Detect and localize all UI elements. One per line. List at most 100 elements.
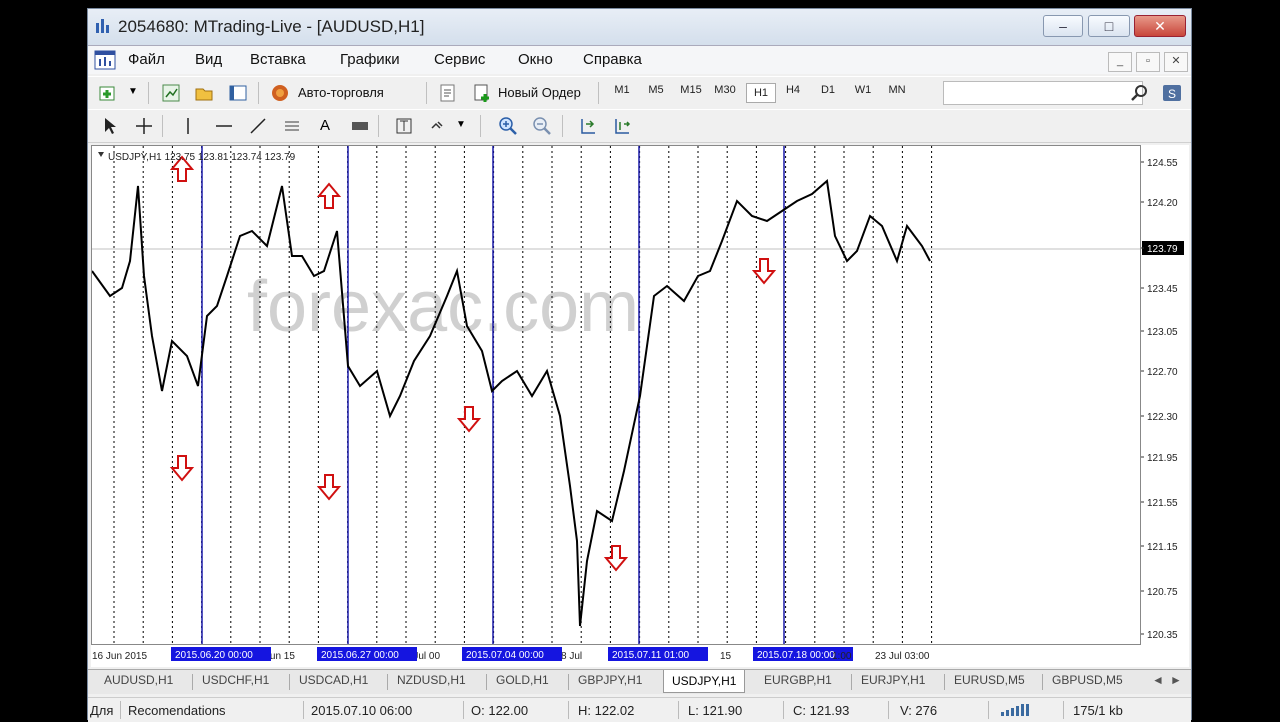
tab-separator <box>387 674 388 690</box>
terminal-panel-icon[interactable] <box>228 83 248 103</box>
down-arrow-icon <box>751 258 777 285</box>
status-datetime: 2015.07.10 06:00 <box>311 703 413 718</box>
trendline-icon[interactable] <box>248 116 268 136</box>
down-arrow-icon <box>316 474 342 501</box>
autotrade-label[interactable]: Авто-торговля <box>298 85 384 100</box>
timeframe-h4[interactable]: H4 <box>779 84 807 96</box>
timeframe-h1[interactable]: H1 <box>746 83 776 103</box>
price-tick-label: 120.75 <box>1147 587 1178 598</box>
cursor-icon[interactable] <box>100 116 120 136</box>
timeframe-m15[interactable]: M15 <box>677 84 705 96</box>
status-low: L: 121.90 <box>688 703 743 718</box>
menu-help[interactable]: Справка <box>583 51 642 68</box>
tab-separator <box>486 674 487 690</box>
period-separator-icon[interactable] <box>394 116 414 136</box>
search-input[interactable] <box>943 81 1143 105</box>
down-arrow-icon <box>169 455 195 482</box>
tab-separator <box>568 674 569 690</box>
timeframe-m30[interactable]: M30 <box>711 84 739 96</box>
vertical-line-icon[interactable] <box>178 116 198 136</box>
tabs-scroll-left-icon[interactable]: ◄ <box>1152 673 1164 687</box>
text-label-icon[interactable] <box>350 116 370 136</box>
chart-tab[interactable]: AUDUSD,H1 <box>104 673 173 687</box>
price-tick-label: 123.05 <box>1147 327 1178 338</box>
time-scale[interactable]: 16 Jun 2015 23 Jun 15 1 Jul 00 8 Jul 15 23 Ju… <box>91 645 1189 667</box>
price-chart[interactable]: forexac.com USDJPY,H1 123.75 123.81 123.… <box>91 145 1141 645</box>
chart-tab[interactable]: EURGBP,H1 <box>764 673 832 687</box>
new-order-label[interactable]: Новый Ордер <box>498 85 581 100</box>
new-order-icon[interactable] <box>472 83 492 103</box>
maximize-button[interactable]: □ <box>1088 15 1130 37</box>
autotrade-icon[interactable] <box>270 83 290 103</box>
menu-file[interactable]: Файл <box>128 51 165 68</box>
chart-tab[interactable]: USDCHF,H1 <box>202 673 269 687</box>
connection-status-icon[interactable] <box>1000 703 1032 717</box>
time-label: 23 Jul 03:00 <box>875 651 930 662</box>
time-label: 15 <box>720 651 732 662</box>
metatrader-app-icon <box>96 19 109 33</box>
close-button[interactable]: ✕ <box>1134 15 1186 37</box>
chart-tab[interactable]: GOLD,H1 <box>496 673 549 687</box>
price-tick-label: 123.45 <box>1147 284 1178 295</box>
menu-tools[interactable]: Сервис <box>434 51 485 68</box>
timeframe-m5[interactable]: M5 <box>642 84 670 96</box>
metaeditor-icon[interactable] <box>438 83 458 103</box>
zoom-out-icon[interactable] <box>532 116 552 136</box>
timeframe-d1[interactable]: D1 <box>814 84 842 96</box>
crosshair-icon[interactable] <box>134 116 154 136</box>
standard-toolbar: ▼ Авто-торговля Новый Ордер M1 M5 M15 M3… <box>88 76 1191 110</box>
chart-shift-icon[interactable] <box>578 116 598 136</box>
tabs-scroll-right-icon[interactable]: ► <box>1170 673 1182 687</box>
search-icon[interactable] <box>1130 83 1150 103</box>
chart-tab[interactable]: USDCAD,H1 <box>299 673 368 687</box>
tab-separator <box>289 674 290 690</box>
price-tick-label: 122.70 <box>1147 367 1178 378</box>
navigator-icon[interactable] <box>194 83 214 103</box>
minimize-button[interactable]: – <box>1043 15 1083 37</box>
timeframe-m1[interactable]: M1 <box>608 84 636 96</box>
price-tick-label: 124.20 <box>1147 198 1178 209</box>
up-arrow-icon <box>316 182 342 209</box>
status-profile[interactable]: Recomendations <box>128 703 226 718</box>
menu-window[interactable]: Окно <box>518 51 553 68</box>
mdi-minimize-button[interactable]: _ <box>1108 52 1132 72</box>
price-tick-label: 123.79 <box>1147 244 1178 255</box>
title-bar[interactable]: 2054680: MTrading-Live - [AUDUSD,H1] – □… <box>88 9 1191 46</box>
timeframe-mn[interactable]: MN <box>883 84 911 96</box>
arrows-tool-icon[interactable] <box>428 116 448 136</box>
chart-tab[interactable]: EURJPY,H1 <box>861 673 925 687</box>
period-marker-label: 2015.06.20 00:00 <box>175 650 253 661</box>
period-marker-label: 2015.06.27 00:00 <box>321 650 399 661</box>
mdi-restore-button[interactable]: ▫ <box>1136 52 1160 72</box>
market-watch-icon[interactable] <box>161 83 181 103</box>
menu-insert[interactable]: Вставка <box>250 51 306 68</box>
chart-tab[interactable]: GBPUSD,M5 <box>1052 673 1123 687</box>
chart-tab[interactable]: NZDUSD,H1 <box>397 673 466 687</box>
chat-icon[interactable]: S <box>1162 83 1182 103</box>
chart-menu-icon[interactable] <box>98 152 104 157</box>
period-marker-label: 2015.07.18 00:00 <box>757 650 835 661</box>
chart-tab[interactable]: USDJPY,H1 <box>663 670 746 693</box>
chart-tab[interactable]: GBPJPY,H1 <box>578 673 642 687</box>
menu-charts[interactable]: Графики <box>340 51 400 68</box>
down-arrow-icon <box>456 406 482 433</box>
new-chart-dropdown-icon[interactable]: ▼ <box>128 86 138 97</box>
chart-window-icon[interactable] <box>94 50 116 70</box>
price-scale[interactable]: 124.55 124.20 123.79 123.45 123.05 122.70 122.… <box>1141 145 1189 645</box>
time-label: 8 Jul <box>561 651 582 662</box>
timeframe-w1[interactable]: W1 <box>849 84 877 96</box>
price-tick-label: 121.55 <box>1147 498 1178 509</box>
menu-view[interactable]: Вид <box>195 51 222 68</box>
horizontal-line-icon[interactable] <box>214 116 234 136</box>
new-chart-icon[interactable] <box>98 83 118 103</box>
text-tool-icon[interactable]: A <box>320 117 330 134</box>
autoscroll-icon[interactable] <box>612 116 632 136</box>
tab-separator <box>851 674 852 690</box>
chart-tab[interactable]: EURUSD,M5 <box>954 673 1025 687</box>
terminal-window: 2054680: MTrading-Live - [AUDUSD,H1] – □… <box>87 8 1192 722</box>
zoom-in-icon[interactable] <box>498 116 518 136</box>
period-marker-label: 2015.07.04 00:00 <box>466 650 544 661</box>
channel-icon[interactable] <box>282 116 302 136</box>
mdi-close-button[interactable]: ✕ <box>1164 52 1188 72</box>
arrows-dropdown-icon[interactable]: ▼ <box>456 119 466 130</box>
